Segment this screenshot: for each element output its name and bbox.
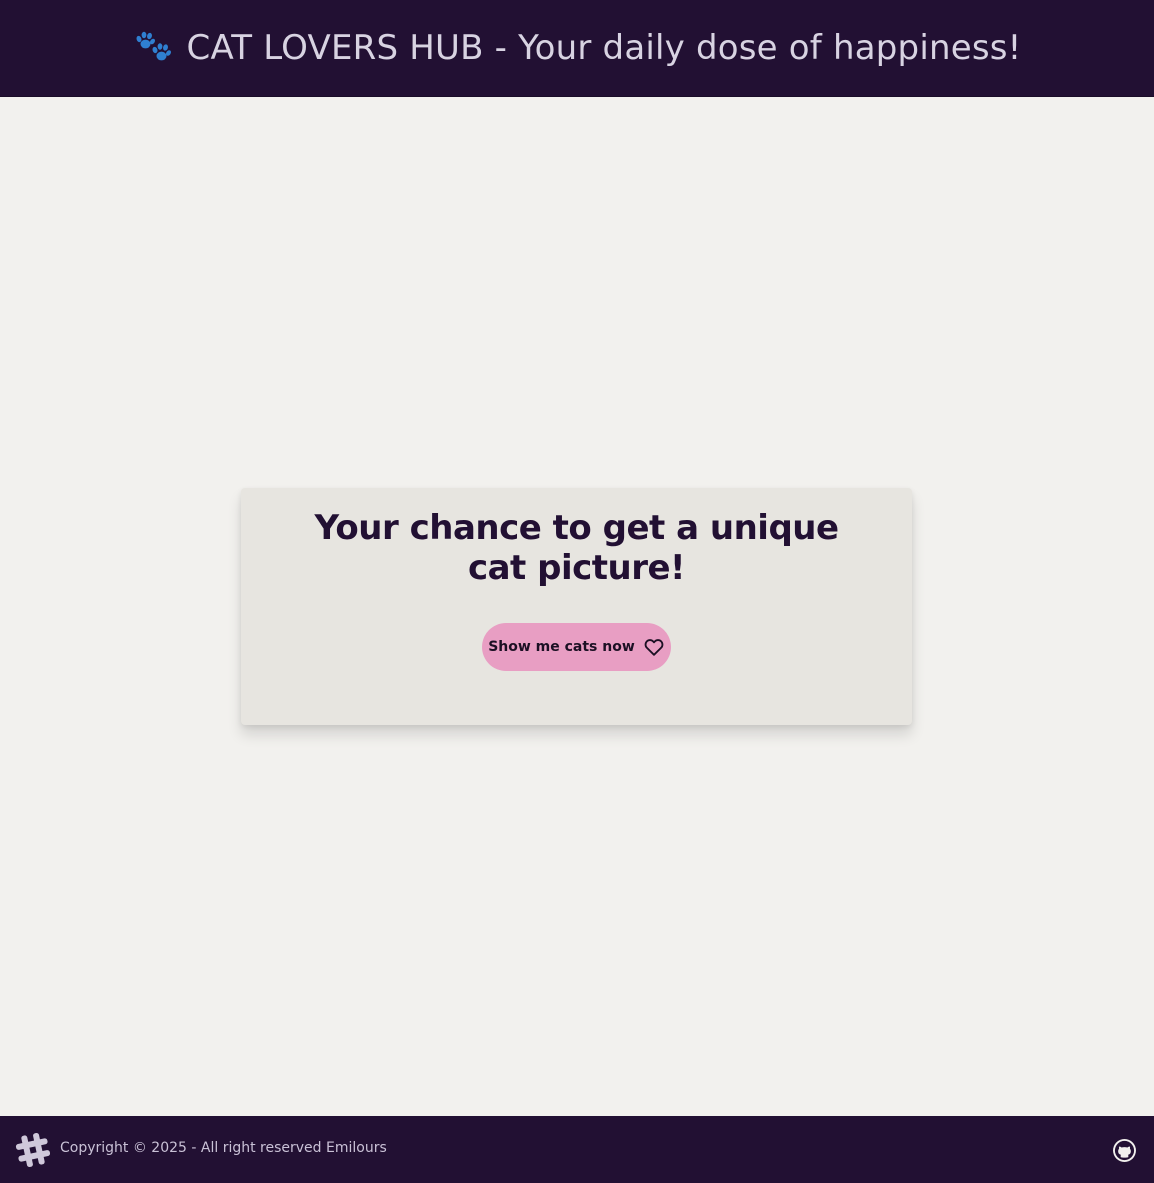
hashtag-icon (15, 1132, 51, 1168)
main-content: Your chance to get a unique cat picture!… (0, 97, 1154, 1116)
card-heading: Your chance to get a unique cat picture! (314, 508, 839, 588)
show-cats-button[interactable]: Show me cats now (482, 623, 671, 671)
site-footer: Copyright © 2025 - All right reserved Em… (0, 1116, 1154, 1183)
cat-card: Your chance to get a unique cat picture!… (241, 488, 912, 725)
site-title: CAT LOVERS HUB - Your daily dose of happ… (186, 28, 1022, 68)
show-cats-button-label: Show me cats now (488, 639, 635, 655)
site-title-wrapper: CAT LOVERS HUB - Your daily dose of happ… (133, 28, 1022, 68)
heart-icon (644, 639, 664, 656)
copyright-text: Copyright © 2025 - All right reserved Em… (60, 1140, 387, 1156)
paw-prints-icon (135, 31, 171, 61)
site-header: CAT LOVERS HUB - Your daily dose of happ… (0, 0, 1154, 97)
github-icon[interactable] (1112, 1138, 1137, 1163)
